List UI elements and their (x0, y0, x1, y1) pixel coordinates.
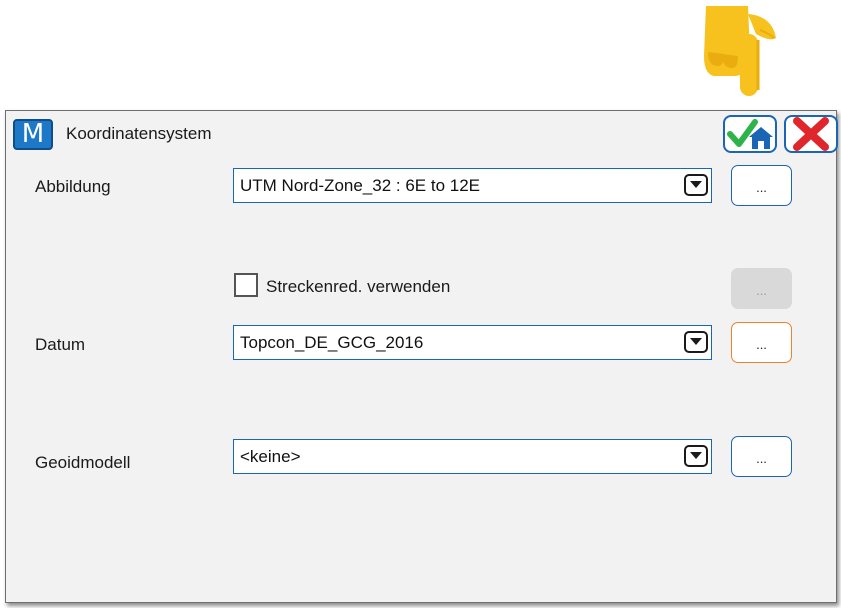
geoidmodell-more-button[interactable]: ... (731, 436, 792, 477)
chevron-down-icon[interactable] (684, 331, 708, 353)
app-logo: M (13, 119, 53, 150)
streckenred-more-button[interactable]: ... (731, 268, 792, 309)
datum-label: Datum (35, 335, 86, 354)
streckenred-label: Streckenred. verwenden (266, 277, 451, 296)
geoidmodell-value: <keine> (240, 447, 301, 466)
geoidmodell-dropdown[interactable]: <keine> (233, 439, 712, 474)
abbildung-dropdown[interactable]: UTM Nord-Zone_32 : 6E to 12E (233, 168, 712, 203)
screen: M Koordinatensystem Abbildung UTM Nord-Z… (0, 0, 841, 608)
streckenred-checkbox[interactable] (234, 273, 258, 297)
dialog-title: Koordinatensystem (66, 124, 212, 143)
datum-more-button[interactable]: ... (731, 322, 792, 363)
abbildung-label: Abbildung (35, 177, 111, 196)
red-x-icon (793, 117, 829, 151)
chevron-down-icon[interactable] (684, 445, 708, 467)
datum-dropdown[interactable]: Topcon_DE_GCG_2016 (233, 325, 712, 360)
cancel-button[interactable] (784, 115, 838, 153)
confirm-home-button[interactable] (723, 115, 777, 153)
geoidmodell-label: Geoidmodell (35, 453, 131, 472)
chevron-down-icon[interactable] (684, 174, 708, 196)
coordinate-system-dialog: M Koordinatensystem Abbildung UTM Nord-Z… (5, 110, 838, 603)
check-home-icon (727, 119, 773, 149)
pointing-hand-icon (704, 6, 776, 96)
abbildung-value: UTM Nord-Zone_32 : 6E to 12E (240, 176, 481, 195)
abbildung-more-button[interactable]: ... (731, 165, 792, 206)
datum-value: Topcon_DE_GCG_2016 (240, 333, 424, 352)
